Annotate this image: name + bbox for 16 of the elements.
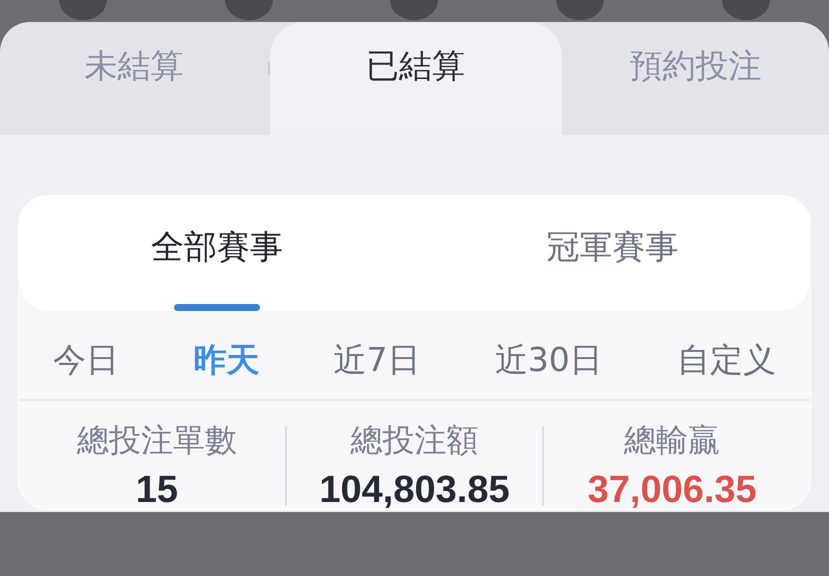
- date-filter[interactable]: 自定义: [663, 331, 790, 389]
- tab[interactable]: 全部賽事: [19, 196, 414, 311]
- date-filter[interactable]: 今日: [39, 331, 133, 389]
- tab[interactable]: 未結算: [0, 22, 268, 135]
- tab[interactable]: 預約投注: [562, 22, 829, 135]
- stat-value: 104,803.85: [319, 469, 510, 509]
- stat-label: 總輸贏: [624, 420, 720, 461]
- date-filter[interactable]: 近30日: [480, 331, 617, 389]
- date-filter[interactable]: 近7日: [320, 331, 434, 389]
- stat-value: 37,006.35: [588, 469, 757, 509]
- stat-label: 總投注單數: [76, 420, 237, 461]
- stat-value: 15: [136, 469, 178, 509]
- date-filter[interactable]: 昨天: [179, 331, 274, 389]
- tab[interactable]: 已結算: [270, 22, 562, 135]
- stat-label: 總投注額: [350, 420, 478, 461]
- tab[interactable]: 冠軍賽事: [414, 196, 810, 311]
